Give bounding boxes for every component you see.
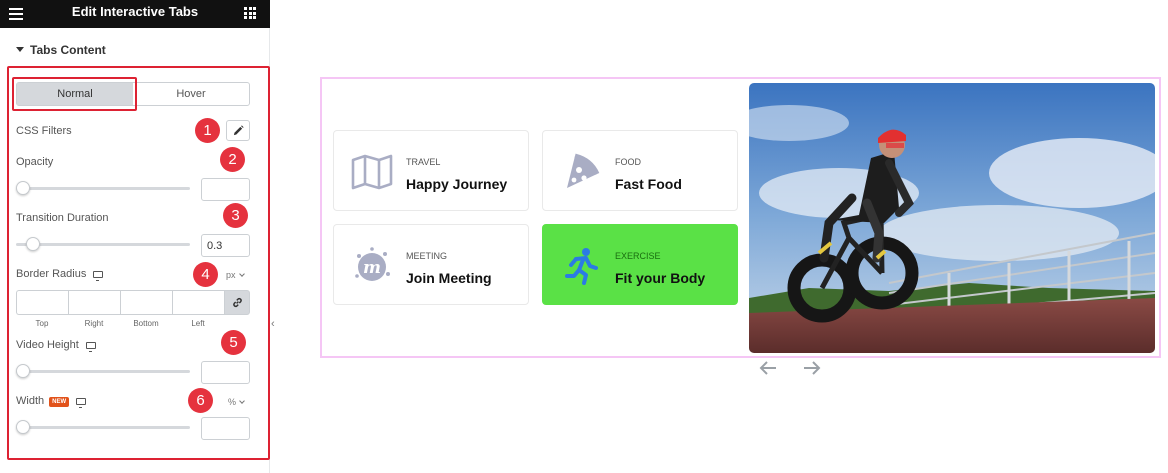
width-slider[interactable] [16,420,190,434]
border-radius-text: Border Radius [16,268,87,280]
meetup-icon: m [351,246,393,286]
tab-normal[interactable]: Normal [17,83,133,105]
width-text: Width [16,395,45,407]
next-arrow-icon[interactable] [801,358,823,378]
widgets-grid-icon[interactable] [244,7,256,19]
video-height-text: Video Height [16,339,79,351]
panel-title: Edit Interactive Tabs [71,4,199,19]
editor-panel: Edit Interactive Tabs Tabs Content Norma… [0,0,270,473]
transition-duration-label: Transition Duration [16,212,109,224]
panel-header: Edit Interactive Tabs [0,0,270,28]
border-radius-right[interactable] [68,290,120,315]
marker-1: 1 [195,118,220,143]
width-input[interactable] [201,417,250,440]
pencil-icon [233,125,244,136]
css-filters-edit-button[interactable] [226,120,250,141]
marker-2: 2 [220,147,245,172]
card-category: TRAVEL [406,157,441,167]
card-category: FOOD [615,157,641,167]
tab-card-meeting[interactable]: m MEETING Join Meeting [333,224,529,305]
desktop-icon[interactable] [76,398,87,408]
side-label-right: Right [84,319,104,328]
tab-card-exercise[interactable]: EXERCISE Fit your Body [542,224,738,305]
border-radius-label: Border Radius [16,268,104,281]
chevron-down-icon [238,271,245,277]
card-title: Happy Journey [406,176,508,192]
unit-label: px [226,270,236,280]
transition-duration-slider[interactable] [16,237,190,251]
video-height-label: Video Height [16,339,96,352]
border-radius-side-labels: Top Right Bottom Left [16,319,224,328]
link-icon [232,297,242,308]
css-filters-label: CSS Filters [16,125,72,137]
border-radius-top[interactable] [16,290,68,315]
desktop-icon[interactable] [93,271,104,281]
opacity-input[interactable] [201,178,250,201]
border-radius-left[interactable] [172,290,224,315]
card-title: Join Meeting [406,270,492,286]
state-tabs: Normal Hover [16,82,250,106]
border-radius-unit-select[interactable]: px [226,270,245,280]
marker-3: 3 [223,203,248,228]
cyclist-photo [749,83,1155,353]
marker-6: 6 [188,388,213,413]
unit-label: % [228,397,237,407]
video-height-slider[interactable] [16,364,190,378]
tab-hover[interactable]: Hover [133,83,249,105]
new-badge: NEW [49,397,70,407]
tab-card-travel[interactable]: TRAVEL Happy Journey [333,130,529,211]
prev-arrow-icon[interactable] [757,358,779,378]
marker-4: 4 [193,262,218,287]
link-values-button[interactable] [224,290,250,315]
opacity-label: Opacity [16,156,54,168]
chevron-down-icon [239,398,245,404]
marker-5: 5 [221,330,246,355]
section-toggle-tabs-content[interactable]: Tabs Content [16,43,106,57]
pizza-icon [560,152,602,192]
width-label: Width NEW [16,395,87,408]
border-radius-bottom[interactable] [120,290,172,315]
transition-duration-input[interactable] [201,234,250,257]
tab-card-food[interactable]: FOOD Fast Food [542,130,738,211]
map-icon [351,152,393,192]
video-height-input[interactable] [201,361,250,384]
svg-text:m: m [363,258,381,278]
opacity-slider[interactable] [16,181,190,195]
card-title: Fit your Body [615,270,706,286]
desktop-icon[interactable] [85,342,96,352]
border-radius-fields [16,290,250,315]
section-title: Tabs Content [30,43,106,57]
side-label-top: Top [35,319,49,328]
width-unit-select[interactable]: % [228,397,245,407]
side-label-left: Left [191,319,205,328]
collapse-panel-chevron-icon[interactable]: ‹ [271,318,275,330]
side-label-bottom: Bottom [133,319,159,328]
card-category: EXERCISE [615,251,661,261]
running-icon [560,246,602,286]
card-title: Fast Food [615,176,682,192]
card-category: MEETING [406,251,448,261]
caret-down-icon [16,47,24,52]
